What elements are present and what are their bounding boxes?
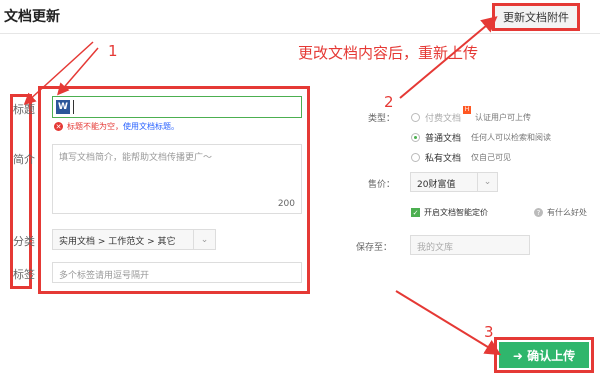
arrow-3: [395, 290, 502, 356]
error-text: 标题不能为空，: [67, 122, 123, 131]
tags-label: 标签: [13, 268, 35, 281]
price-label: 售价：: [368, 180, 396, 190]
category-select[interactable]: 实用文档 > 工作范文 > 其它 ⌄: [52, 229, 216, 250]
help-link[interactable]: ? 有什么好处: [534, 207, 587, 218]
type-label: 类型：: [368, 114, 396, 124]
type-desc-paid: 认证用户可上传: [475, 113, 532, 122]
confirm-highlight-box: ➜ 确认上传: [494, 337, 594, 373]
chevron-down-icon: ⌄: [477, 173, 497, 191]
checkbox-checked-icon[interactable]: ✓: [411, 208, 420, 217]
annotation-instruction: 更改文档内容后，重新上传: [298, 44, 479, 62]
use-doc-title-link[interactable]: 使用文档标题。: [123, 121, 179, 132]
radio-button[interactable]: [411, 153, 420, 162]
title-error-message: ✕ 标题不能为空， 使用文档标题。: [54, 121, 179, 132]
price-value: 20财富值: [417, 180, 456, 190]
type-label-normal: 普通文档: [425, 134, 462, 144]
smart-pricing-label: 开启文档智能定价: [424, 208, 488, 217]
chevron-down-icon: ⌄: [193, 230, 215, 249]
update-attachment-button[interactable]: 更新文档附件: [492, 3, 580, 31]
title-input[interactable]: W: [52, 96, 302, 118]
hot-badge: H: [463, 105, 472, 114]
save-to-label: 保存至：: [356, 243, 393, 253]
intro-label: 简介: [13, 153, 35, 166]
smart-pricing-option[interactable]: ✓ 开启文档智能定价: [411, 207, 488, 218]
help-text: 有什么好处: [547, 208, 587, 217]
type-label-paid: 付费文档: [425, 114, 462, 124]
category-label: 分类: [13, 235, 35, 248]
annotation-number-1: 1: [108, 42, 118, 60]
page-title: 文档更新: [4, 9, 60, 25]
question-icon: ?: [534, 208, 543, 217]
radio-button[interactable]: [411, 113, 420, 122]
tags-input[interactable]: 多个标签请用逗号隔开: [52, 262, 302, 283]
header-divider: [0, 33, 600, 34]
type-option-paid[interactable]: 付费文档 H 认证用户可上传: [411, 105, 532, 124]
type-option-normal[interactable]: 普通文档 任何人可以检索和阅读: [411, 131, 551, 144]
confirm-upload-button[interactable]: ➜ 确认上传: [499, 342, 589, 368]
type-label-private: 私有文档: [425, 154, 462, 164]
description-char-count: 200: [277, 199, 295, 209]
type-desc-normal: 任何人可以检索和阅读: [471, 133, 552, 142]
tags-placeholder: 多个标签请用逗号隔开: [59, 271, 150, 281]
type-option-private[interactable]: 私有文档 仅自己可见: [411, 151, 511, 164]
text-caret: [73, 100, 74, 114]
radio-button-checked[interactable]: [411, 133, 420, 142]
annotation-number-3: 3: [484, 323, 494, 341]
description-textarea[interactable]: 填写文档简介，能帮助文档传播更广～ 200: [52, 144, 302, 214]
save-to-select[interactable]: 我的文库: [410, 235, 530, 255]
type-desc-private: 仅自己可见: [471, 153, 512, 162]
description-placeholder: 填写文档简介，能帮助文档传播更广～: [59, 153, 213, 163]
word-doc-icon: W: [56, 100, 70, 114]
labels-highlight-box: [10, 94, 32, 289]
price-select[interactable]: 20财富值 ⌄: [410, 172, 498, 192]
save-to-value: 我的文库: [417, 243, 454, 253]
error-icon: ✕: [54, 122, 63, 131]
category-value: 实用文档 > 工作范文 > 其它: [59, 237, 176, 247]
annotation-number-2: 2: [384, 93, 394, 111]
title-label: 标题: [13, 103, 35, 116]
